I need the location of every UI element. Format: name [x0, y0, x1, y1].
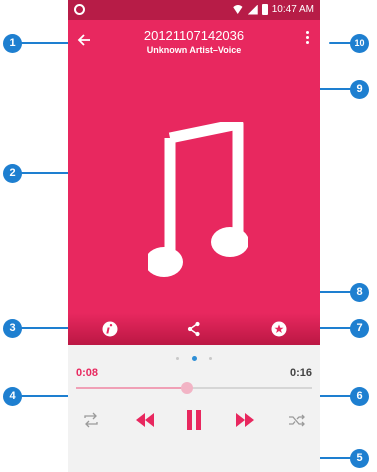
share-icon[interactable] [186, 321, 202, 337]
player-top-bar: 20121107142036 Unknown Artist–Voice [68, 20, 320, 64]
callout-1: 1 [3, 34, 22, 53]
album-art-actions [68, 313, 320, 345]
rewind-icon[interactable] [135, 409, 155, 431]
callout-7: 7 [350, 319, 369, 338]
status-time: 10:47 AM [271, 4, 314, 15]
music-note-icon [148, 122, 248, 277]
callout-6: 6 [350, 387, 369, 406]
callout-9: 9 [350, 80, 369, 99]
fast-forward-icon[interactable] [235, 409, 255, 431]
seek-progress [76, 387, 187, 389]
callout-4: 4 [3, 387, 22, 406]
playback-panel: 0:08 0:16 [68, 345, 320, 472]
repeat-icon[interactable] [82, 409, 100, 431]
more-options-icon[interactable] [304, 31, 310, 49]
album-art-panel: 20121107142036 Unknown Artist–Voice [68, 20, 320, 345]
shuffle-icon[interactable] [288, 409, 306, 431]
page-dot [176, 357, 180, 361]
pause-icon[interactable] [185, 409, 203, 431]
page-dot-active [191, 356, 197, 362]
elapsed-time: 0:08 [76, 367, 99, 379]
seek-bar[interactable] [76, 382, 312, 394]
status-bar: 10:47 AM [68, 0, 320, 20]
music-player-screen: 10:47 AM 20121107142036 Unknown Artist–V… [68, 0, 320, 472]
app-notification-icon [74, 4, 85, 15]
total-time: 0:16 [289, 367, 312, 379]
page-dot [208, 357, 212, 361]
callout-3: 3 [3, 319, 22, 338]
callout-2: 2 [3, 164, 22, 183]
favorite-star-icon[interactable] [271, 321, 287, 337]
callout-10: 10 [350, 34, 369, 53]
signal-icon [247, 4, 258, 15]
callout-8: 8 [350, 283, 369, 302]
track-title: 20121107142036 [143, 28, 245, 43]
page-indicator [68, 350, 320, 368]
callout-5: 5 [350, 449, 369, 468]
seek-thumb[interactable] [180, 382, 193, 394]
wifi-icon [231, 5, 244, 14]
info-icon[interactable] [102, 321, 118, 337]
track-artist: Unknown Artist–Voice [146, 45, 242, 55]
battery-icon [261, 4, 268, 15]
